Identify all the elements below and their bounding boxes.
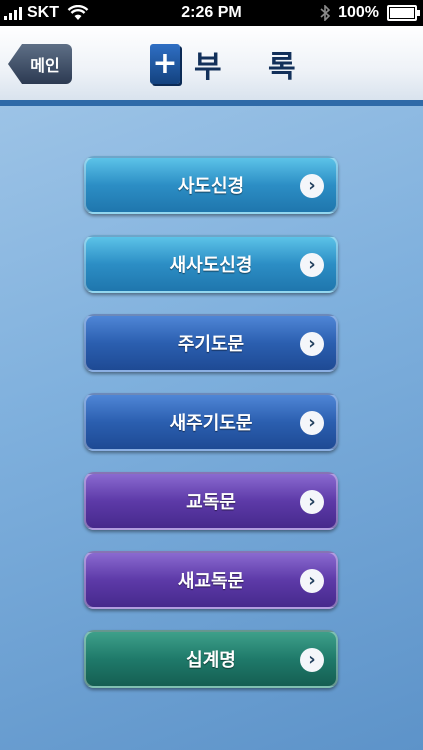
menu-button-ten-commandments[interactable]: 십계명 › xyxy=(84,630,338,688)
back-button[interactable]: 메인 xyxy=(8,44,72,84)
menu-button-label: 새교독문 xyxy=(177,571,245,592)
menu-button-apostles-creed[interactable]: 사도신경 › xyxy=(84,156,338,214)
battery-percent: 100% xyxy=(338,4,379,21)
chevron-right-icon: › xyxy=(300,253,324,277)
status-right: 100% xyxy=(320,4,420,22)
menu-button-label: 새주기도문 xyxy=(169,413,253,434)
chevron-right-icon: › xyxy=(300,332,324,356)
menu-button-new-lords-prayer[interactable]: 새주기도문 › xyxy=(84,393,338,451)
bluetooth-icon xyxy=(320,5,331,21)
battery-icon xyxy=(387,5,420,21)
menu-button-label: 교독문 xyxy=(186,492,236,513)
menu-button-label: 새사도신경 xyxy=(169,255,253,276)
menu-button-label: 주기도문 xyxy=(177,334,245,355)
chevron-right-icon: › xyxy=(300,411,324,435)
chevron-right-icon: › xyxy=(300,174,324,198)
navigation-bar: 메인 부 록 xyxy=(0,26,423,106)
menu-list: 사도신경 › 새사도신경 › 주기도문 › 새주기도문 › 교독문 › 새교독문… xyxy=(0,106,423,750)
status-bar: SKT 2:26 PM 100% xyxy=(0,0,423,26)
menu-button-label: 사도신경 xyxy=(177,176,245,197)
menu-button-lords-prayer[interactable]: 주기도문 › xyxy=(84,314,338,372)
chevron-right-icon: › xyxy=(300,569,324,593)
menu-button-new-apostles-creed[interactable]: 새사도신경 › xyxy=(84,235,338,293)
page-title: 부 록 xyxy=(194,50,314,85)
chevron-right-icon: › xyxy=(300,490,324,514)
book-plus-icon xyxy=(150,44,180,84)
menu-button-responsive-reading[interactable]: 교독문 › xyxy=(84,472,338,530)
menu-button-label: 십계명 xyxy=(186,650,236,671)
page-title-group: 부 록 xyxy=(150,42,314,86)
back-button-label: 메인 xyxy=(30,56,60,75)
chevron-right-icon: › xyxy=(300,648,324,672)
menu-button-new-responsive-reading[interactable]: 새교독문 › xyxy=(84,551,338,609)
